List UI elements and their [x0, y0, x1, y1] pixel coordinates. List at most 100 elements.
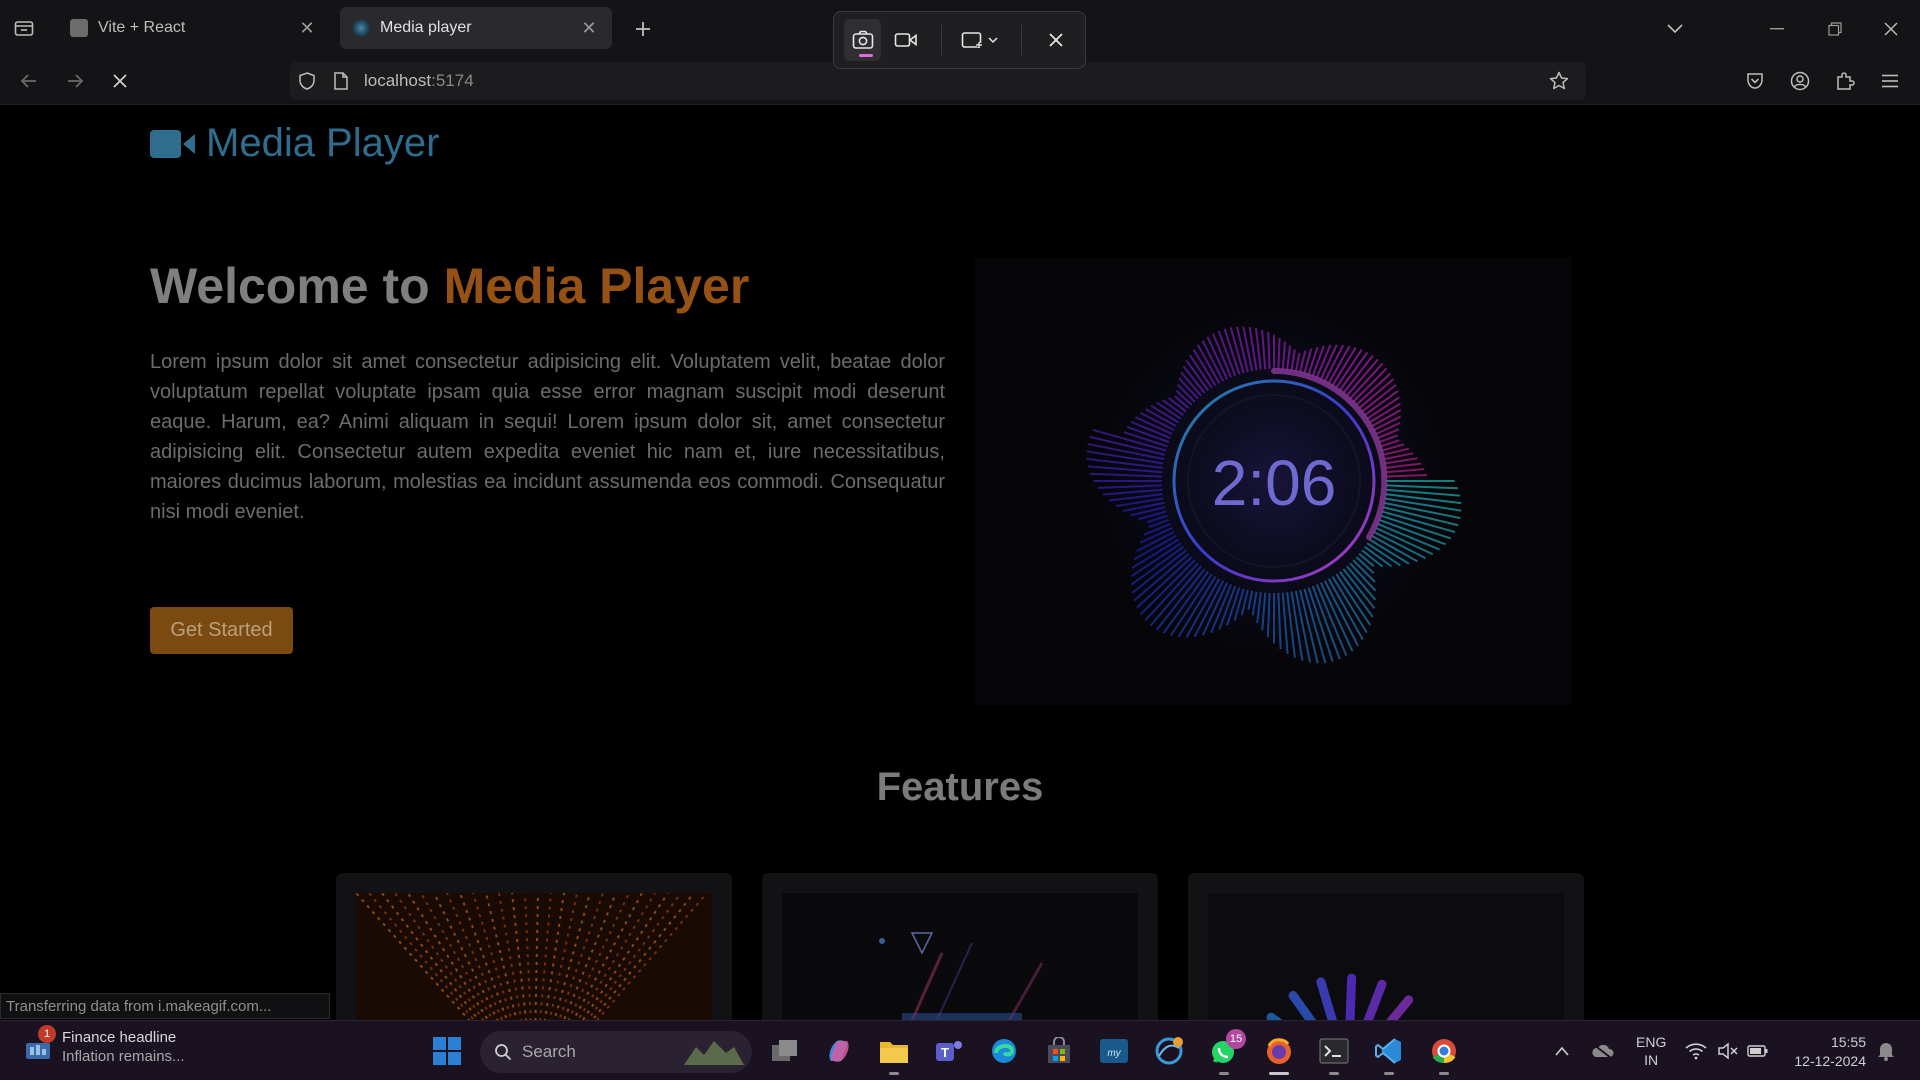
camera-icon: [852, 30, 873, 49]
clock-date: 12-12-2024: [1794, 1053, 1866, 1069]
edge-icon[interactable]: [984, 1031, 1024, 1071]
tab-list-icon[interactable]: [6, 12, 42, 44]
widget-icon: 1: [24, 1025, 56, 1061]
feature-card[interactable]: [336, 873, 732, 1020]
page-content: Media Player Welcome to Media Player Lor…: [0, 105, 1920, 1020]
taskbar: 1 Finance headline Inflation remains... …: [0, 1020, 1920, 1080]
screenshot-mode-button[interactable]: [844, 19, 882, 61]
input-language[interactable]: ENG IN: [1636, 1033, 1666, 1069]
shield-icon[interactable]: [290, 62, 324, 100]
battery-icon[interactable]: [1746, 1039, 1770, 1063]
running-indicator: [1439, 1072, 1449, 1075]
audio-ray: [1277, 337, 1281, 370]
language-code: ENG: [1636, 1034, 1667, 1050]
tab-vite-react[interactable]: Vite + React ✕: [58, 7, 330, 49]
firefox-icon[interactable]: [1259, 1031, 1299, 1075]
close-icon: [1049, 33, 1063, 47]
store-icon[interactable]: [1039, 1031, 1079, 1071]
search-highlight-icon: [684, 1041, 744, 1065]
running-indicator: [1384, 1072, 1394, 1075]
file-explorer-icon[interactable]: [874, 1031, 914, 1075]
active-indicator: [1269, 1072, 1289, 1075]
running-indicator: [1219, 1072, 1229, 1075]
loading-status: Transferring data from i.makeagif.com...: [0, 993, 330, 1019]
get-started-button[interactable]: Get Started: [150, 607, 293, 654]
pocket-icon[interactable]: [1738, 64, 1772, 98]
widget-subtext: Inflation remains...: [62, 1048, 185, 1065]
search-icon: [495, 1044, 512, 1061]
region-code: IN: [1644, 1052, 1659, 1068]
tab-title: Media player: [380, 19, 472, 36]
close-window-icon[interactable]: [1876, 14, 1906, 44]
page-info-icon[interactable]: [324, 62, 358, 100]
logo-text: Media Player: [206, 121, 440, 165]
rectangle-snip-icon: [961, 32, 998, 48]
video-camera-icon: [150, 129, 195, 158]
whatsapp-badge: 15: [1226, 1029, 1246, 1049]
tab-media-player[interactable]: Media player ✕: [340, 7, 612, 49]
network-app-icon[interactable]: [1149, 1031, 1189, 1071]
show-hidden-icons-icon[interactable]: [1550, 1039, 1574, 1063]
tab-title: Vite + React: [98, 19, 186, 36]
features-heading: Features: [876, 765, 1044, 809]
video-camera-icon: [894, 33, 917, 47]
hero-title-prefix: Welcome to: [150, 258, 444, 314]
system-clock[interactable]: 15:55 12-12-2024: [1786, 1033, 1866, 1071]
teams-icon[interactable]: T: [929, 1031, 969, 1071]
volume-muted-icon[interactable]: [1716, 1039, 1740, 1063]
list-all-tabs-icon[interactable]: [1660, 14, 1690, 44]
onedrive-icon[interactable]: [1590, 1039, 1614, 1063]
snip-shape-dropdown[interactable]: [957, 19, 1004, 61]
toolbar-divider: [1020, 25, 1022, 55]
snipping-toolbar: [833, 11, 1086, 69]
timer-display: 2:06: [1212, 447, 1337, 519]
taskbar-search[interactable]: Search: [480, 1031, 752, 1073]
bookmark-star-icon[interactable]: [1542, 62, 1576, 100]
url-text[interactable]: localhost:5174: [364, 71, 474, 91]
notifications-bell-icon[interactable]: [1874, 1039, 1898, 1063]
feature-card[interactable]: [762, 873, 1158, 1020]
feature-thumbnail: [1208, 893, 1564, 1020]
start-icon[interactable]: [427, 1031, 467, 1071]
feature-thumbnail: [782, 893, 1138, 1020]
mysql-workbench-icon[interactable]: my: [1094, 1031, 1134, 1071]
chrome-icon[interactable]: [1424, 1031, 1464, 1075]
close-tab-icon[interactable]: ✕: [578, 17, 600, 39]
new-tab-icon[interactable]: [628, 14, 658, 44]
whatsapp-icon[interactable]: 15: [1204, 1029, 1246, 1075]
forward-icon[interactable]: [58, 64, 92, 98]
restore-icon[interactable]: [1820, 14, 1850, 44]
close-tab-icon[interactable]: ✕: [296, 17, 318, 39]
hero-description: Lorem ipsum dolor sit amet consectetur a…: [150, 351, 945, 523]
widget-badge: 1: [38, 1025, 56, 1043]
vscode-icon[interactable]: [1369, 1031, 1409, 1075]
url-port: :5174: [431, 71, 474, 90]
toolbar-divider: [940, 25, 942, 55]
news-widget[interactable]: 1 Finance headline Inflation remains...: [24, 1025, 185, 1065]
close-snip-button[interactable]: [1038, 19, 1075, 61]
copilot-icon[interactable]: [819, 1031, 859, 1071]
menu-icon[interactable]: [1873, 64, 1907, 98]
widget-headline: Finance headline: [62, 1029, 177, 1046]
running-indicator: [1329, 1072, 1339, 1075]
record-mode-button[interactable]: [887, 19, 924, 61]
site-logo[interactable]: Media Player: [150, 121, 439, 166]
running-indicator: [889, 1072, 899, 1075]
feature-card[interactable]: [1188, 873, 1584, 1020]
stop-loading-icon[interactable]: [103, 64, 137, 98]
search-placeholder: Search: [522, 1042, 576, 1061]
feature-thumbnail: [356, 893, 712, 1020]
page-favicon-icon: [352, 19, 370, 37]
task-view-icon[interactable]: [765, 1031, 805, 1071]
extensions-icon[interactable]: [1828, 64, 1862, 98]
hero-title: Welcome to Media Player: [150, 257, 749, 315]
back-icon[interactable]: [12, 64, 46, 98]
terminal-icon[interactable]: [1314, 1031, 1354, 1075]
minimize-icon[interactable]: [1762, 14, 1792, 44]
page-favicon-icon: [70, 19, 88, 37]
svg-text:my: my: [1107, 1048, 1121, 1059]
thumb-bar: [1345, 973, 1357, 1020]
hero-title-accent: Media Player: [443, 258, 750, 314]
account-icon[interactable]: [1783, 64, 1817, 98]
wifi-icon[interactable]: [1684, 1039, 1708, 1063]
